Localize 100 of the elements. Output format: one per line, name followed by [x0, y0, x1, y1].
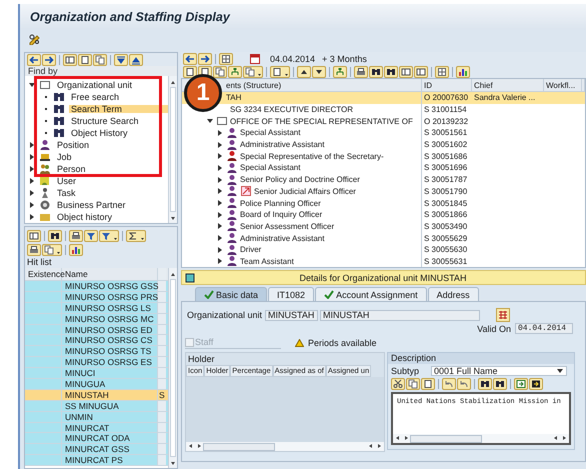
undo-icon[interactable]	[442, 378, 456, 390]
hit-list-row[interactable]: SS MINUGUA	[25, 400, 168, 412]
tree-item[interactable]: Object History	[69, 129, 168, 137]
collapsed-arrow-icon[interactable]	[216, 222, 224, 230]
copy-icon[interactable]	[243, 66, 263, 78]
expanded-arrow-icon[interactable]	[206, 117, 214, 126]
copy-icon[interactable]	[406, 378, 420, 390]
triangle-down-icon[interactable]	[312, 66, 326, 78]
arrow-left-icon[interactable]	[183, 52, 197, 64]
grid-button-icon[interactable]	[496, 308, 510, 322]
tab[interactable]: IT1082	[268, 287, 314, 302]
expanded-arrow-icon[interactable]	[28, 81, 36, 89]
horizontal-scrollbar[interactable]	[393, 434, 569, 444]
triangle-up-icon[interactable]	[297, 66, 311, 78]
copy-icon[interactable]	[93, 54, 107, 66]
document-icon[interactable]	[183, 66, 197, 78]
hierarchy-icon[interactable]	[333, 66, 347, 78]
hit-list-row[interactable]: MINUSTAH S	[25, 390, 168, 401]
collapsed-arrow-icon[interactable]	[28, 165, 36, 173]
long-name-field[interactable]: MINUSTAH	[320, 310, 480, 321]
collapsed-arrow-icon[interactable]	[216, 246, 224, 254]
bar-chart-icon[interactable]	[456, 66, 470, 78]
glasses-pencil-icon[interactable]	[28, 33, 42, 45]
arrow-right-icon[interactable]	[42, 54, 56, 66]
tree-row[interactable]: Senior Policy and Doctrine Officer S 30051787	[182, 174, 585, 186]
printer-icon[interactable]	[354, 66, 368, 78]
collapsed-arrow-icon[interactable]	[216, 210, 224, 219]
layout-icon[interactable]	[27, 230, 41, 242]
filter-icon[interactable]	[84, 230, 98, 242]
calendar-icon[interactable]	[249, 52, 261, 64]
tree-row[interactable]: Administrative Assistant S 30055629	[182, 232, 585, 244]
tree-item[interactable]: Organizational unit	[55, 81, 168, 89]
collapsed-arrow-icon[interactable]	[28, 177, 36, 185]
collapsed-arrow-icon[interactable]	[28, 213, 36, 221]
bar-chart-icon[interactable]	[69, 244, 83, 256]
collapsed-arrow-icon[interactable]	[28, 141, 36, 149]
sum-icon[interactable]	[126, 230, 146, 242]
tree-row[interactable]: Board of Inquiry Officer S 30051866	[182, 208, 585, 221]
tree-item[interactable]: Job	[55, 153, 168, 161]
binoculars-icon[interactable]	[369, 66, 383, 78]
layout-icon[interactable]	[414, 66, 428, 78]
printer-icon[interactable]	[69, 230, 83, 242]
copy-icon[interactable]	[42, 244, 62, 256]
document-icon[interactable]	[270, 66, 290, 78]
horizontal-scrollbar[interactable]	[186, 442, 384, 452]
hit-list-row[interactable]: MINURCAT GSS	[25, 444, 168, 456]
column-header[interactable]: Existence	[25, 268, 62, 280]
tree-item[interactable]: Task	[55, 189, 168, 197]
collapsed-arrow-icon[interactable]	[28, 189, 36, 197]
scrollbar[interactable]	[168, 76, 177, 223]
tree-item[interactable]: Business Partner	[55, 201, 168, 209]
binoculars-icon[interactable]	[493, 378, 507, 390]
collapsed-arrow-icon[interactable]	[216, 234, 224, 242]
scissors-icon[interactable]	[391, 378, 405, 390]
collapsed-arrow-icon[interactable]	[216, 257, 224, 266]
printer-icon[interactable]	[27, 244, 41, 256]
hit-list-row[interactable]: MINURSO OSRSG MC	[25, 314, 168, 325]
collapsed-arrow-icon[interactable]	[216, 128, 224, 137]
tree-item[interactable]: Position	[55, 141, 168, 149]
hit-list-row[interactable]: MINUGUA	[25, 379, 168, 390]
sort-down-icon[interactable]	[114, 54, 128, 66]
collapsed-arrow-icon[interactable]	[28, 201, 36, 209]
sort-up-icon[interactable]	[129, 54, 143, 66]
tree-row[interactable]: Senior Assessment Officer S 30053490	[182, 220, 585, 232]
undo-icon[interactable]	[457, 378, 471, 390]
binoculars-icon[interactable]	[384, 66, 398, 78]
tree-row[interactable]: Team Assistant S 30055631	[182, 256, 585, 268]
collapsed-arrow-icon[interactable]	[216, 140, 224, 149]
hit-list-row[interactable]: MINURSO OSRSG GSS	[25, 281, 168, 292]
tree-row[interactable]: Special Representative of the Secretary- S 30051686	[182, 150, 585, 162]
document-icon[interactable]	[421, 378, 435, 390]
arrow-right-icon[interactable]	[198, 52, 212, 64]
column-header[interactable]: ID	[422, 79, 472, 91]
table-icon[interactable]	[219, 52, 233, 64]
tree-item[interactable]: Free search	[69, 93, 168, 101]
binoculars-icon[interactable]	[48, 230, 62, 242]
collapsed-arrow-icon[interactable]	[216, 152, 224, 160]
tree-row[interactable]: OFFICE OF THE SPECIAL REPRESENTATIVE OF O 20139232	[182, 115, 585, 128]
tab[interactable]: Account Assignment	[315, 287, 427, 302]
layout-icon[interactable]	[63, 54, 77, 66]
tree-row[interactable]: Special Assistant S 30051561	[182, 127, 585, 139]
tree-item[interactable]: Person	[55, 165, 168, 173]
collapsed-arrow-icon[interactable]	[216, 199, 224, 208]
hit-list-row[interactable]: MINURSO OSRSG CS	[25, 335, 168, 346]
hit-list-row[interactable]: MINURCAT	[25, 422, 168, 434]
tree-row[interactable]: Driver S 30055630	[182, 244, 585, 256]
tree-item[interactable]: User	[55, 177, 168, 185]
date-field[interactable]: 04.04.2014	[515, 323, 573, 334]
hit-list-row[interactable]: MINURCAT ODA	[25, 433, 168, 444]
filter-icon[interactable]	[99, 230, 119, 242]
tab[interactable]: Basic data	[195, 287, 268, 302]
tree-row[interactable]: Police Planning Officer S 30051845	[182, 197, 585, 209]
collapsed-arrow-icon[interactable]	[216, 187, 224, 196]
hit-list-row[interactable]: MINURSO OSRSG TS	[25, 346, 168, 358]
hit-list-row[interactable]: MINURSO OSRSG LS	[25, 302, 168, 314]
import-icon[interactable]	[514, 378, 528, 390]
tree-item[interactable]: Search Term	[69, 105, 168, 113]
document-icon[interactable]	[78, 54, 92, 66]
short-name-field[interactable]: MINUSTAH	[265, 310, 318, 321]
tree-item[interactable]: Object history	[55, 213, 168, 221]
